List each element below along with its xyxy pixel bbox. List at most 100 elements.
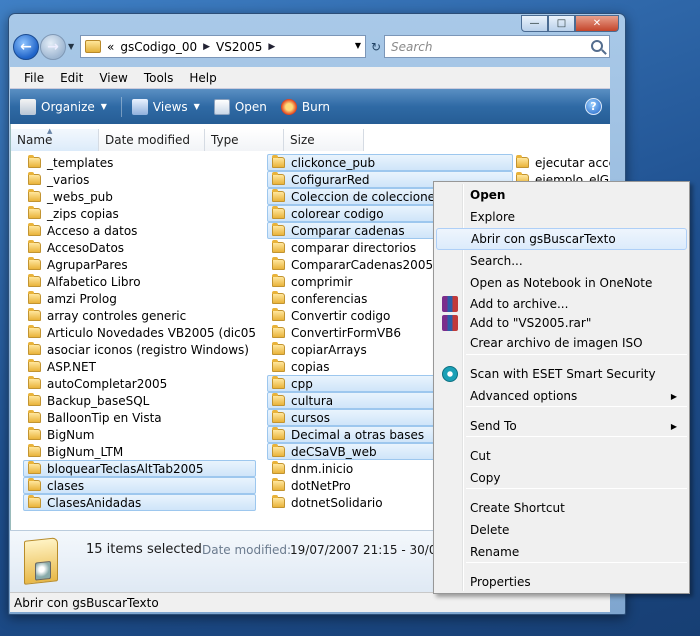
recent-pages-dropdown[interactable]: ▼ [68, 42, 74, 51]
column-header-size[interactable]: Size [284, 129, 364, 151]
context-menu-item-copy[interactable]: Copy [436, 467, 687, 489]
folder-item[interactable]: Acceso a datos [23, 222, 256, 239]
breadcrumb-vs2005[interactable]: VS2005 [216, 40, 262, 54]
folder-item[interactable]: _varios [23, 171, 256, 188]
context-menu-item-cut[interactable]: Cut [436, 445, 687, 467]
context-menu: Open Explore Abrir con gsBuscarTexto Search… [433, 181, 690, 594]
open-label: Open [234, 99, 267, 114]
organize-button[interactable]: Organize ▼ [20, 98, 107, 115]
folder-icon [28, 427, 41, 440]
folder-item[interactable]: Backup_baseSQL [23, 392, 256, 409]
folder-item[interactable]: BigNum [23, 426, 256, 443]
folder-item[interactable]: array controles generic [23, 307, 256, 324]
folder-item[interactable]: clases [23, 477, 256, 494]
date-modified-label: Date modified: [202, 543, 292, 557]
column-header-name[interactable]: ▲ Name [11, 127, 99, 151]
context-menu-label: Abrir con gsBuscarTexto [471, 232, 616, 246]
menu-file[interactable]: File [16, 71, 52, 85]
search-icon[interactable] [591, 40, 603, 52]
toolbar-divider [120, 96, 122, 117]
context-menu-item-rename[interactable]: Rename [436, 541, 687, 563]
folder-icon [28, 291, 41, 304]
burn-button[interactable]: Burn [280, 98, 330, 115]
status-text: Abrir con gsBuscarTexto [14, 595, 159, 610]
address-dropdown-icon[interactable]: ▼ [355, 41, 361, 50]
folder-icon [28, 444, 41, 457]
context-menu-separator [466, 436, 687, 437]
folder-item-label: asociar iconos (registro Windows) [47, 342, 249, 357]
folder-item-label: BigNum_LTM [47, 444, 124, 459]
folder-icon [272, 342, 285, 355]
context-menu-item-search[interactable]: Search... [436, 250, 687, 272]
folder-item[interactable]: amzi Prolog [23, 290, 256, 307]
folder-item[interactable]: clickonce_pub [267, 154, 513, 171]
folder-item[interactable]: AccesoDatos [23, 239, 256, 256]
breadcrumb-chevron-icon[interactable]: ▶ [268, 42, 275, 52]
context-menu-item-open-as-notebook-in-onenote[interactable]: Open as Notebook in OneNote [436, 272, 687, 294]
folder-icon [28, 240, 41, 253]
context-menu-item-advanced-options[interactable]: Advanced options ▶ [436, 385, 687, 407]
folder-item[interactable]: AgruparPares [23, 256, 256, 273]
context-menu-item-abrir-con-gsbuscartexto[interactable]: Abrir con gsBuscarTexto [436, 228, 687, 250]
column-header-date[interactable]: Date modified [99, 129, 205, 151]
breadcrumb-gscodigo[interactable]: gsCodigo_00 [120, 40, 197, 54]
back-button[interactable]: ← [13, 34, 39, 60]
folder-item-label: AccesoDatos [47, 240, 125, 255]
context-menu-item-add-to-vs2005-rar[interactable]: Add to "VS2005.rar" [436, 312, 687, 334]
address-field[interactable]: « gsCodigo_00 ▶ VS2005 ▶ ▼ [80, 35, 366, 58]
context-menu-label: Open [470, 188, 506, 202]
organize-icon [20, 98, 36, 115]
submenu-arrow-icon: ▶ [670, 421, 677, 431]
menu-view[interactable]: View [91, 71, 135, 85]
folder-icon [272, 410, 285, 423]
context-menu-item-open[interactable]: Open [436, 184, 687, 206]
folder-item[interactable]: Articulo Novedades VB2005 (dic05) [23, 324, 256, 341]
breadcrumb-chevron-icon[interactable]: ▶ [203, 42, 210, 52]
folder-item[interactable]: _webs_pub [23, 188, 256, 205]
folder-item[interactable]: _zips copias [23, 205, 256, 222]
folder-item[interactable]: Alfabetico Libro [23, 273, 256, 290]
open-button[interactable]: Open [213, 98, 267, 115]
folder-item-label: copias [291, 359, 330, 374]
maximize-button[interactable]: □ [548, 15, 575, 32]
views-button[interactable]: Views ▼ [131, 98, 200, 115]
close-button[interactable]: ✕ [575, 15, 619, 32]
folder-item-label: AgruparPares [47, 257, 128, 272]
context-menu-item-explore[interactable]: Explore [436, 206, 687, 228]
folder-icon [272, 206, 285, 219]
folder-icon [28, 155, 41, 168]
context-menu-label: Create Shortcut [470, 501, 565, 515]
refresh-button[interactable]: ↻ [368, 35, 384, 58]
column-header-type[interactable]: Type [205, 129, 284, 151]
help-button[interactable]: ? [585, 98, 602, 115]
folder-item[interactable]: asociar iconos (registro Windows) [23, 341, 256, 358]
context-menu-item-delete[interactable]: Delete [436, 519, 687, 541]
context-menu-item-properties[interactable]: Properties [436, 571, 687, 593]
folder-item-label: conferencias [291, 291, 368, 306]
context-menu-item-scan-with-eset-smart-security[interactable]: Scan with ESET Smart Security [436, 363, 687, 385]
folder-item[interactable]: BalloonTip en Vista [23, 409, 256, 426]
folder-item[interactable]: ClasesAnidadas [23, 494, 256, 511]
folder-item[interactable]: ejecutar acceso directo [511, 154, 610, 171]
menu-help[interactable]: Help [181, 71, 224, 85]
context-menu-item-create-shortcut[interactable]: Create Shortcut [436, 497, 687, 519]
menu-edit[interactable]: Edit [52, 71, 91, 85]
minimize-button[interactable]: — [521, 15, 548, 32]
column-header-label: Name [17, 133, 53, 147]
menu-tools[interactable]: Tools [136, 71, 182, 85]
folder-icon [272, 155, 285, 168]
folder-item[interactable]: _templates [23, 154, 256, 171]
folder-item[interactable]: autoCompletar2005 [23, 375, 256, 392]
forward-button[interactable]: → [40, 34, 66, 60]
breadcrumb-overflow[interactable]: « [107, 40, 114, 54]
address-bar-area: ← → ▼ « gsCodigo_00 ▶ VS2005 ▶ ▼ ↻ Searc… [10, 33, 610, 61]
context-menu-separator [466, 488, 687, 489]
folder-icon [28, 189, 41, 202]
context-menu-item-crear-archivo-de-imagen-iso[interactable]: Crear archivo de imagen ISO [436, 332, 687, 354]
search-input[interactable]: Search [384, 35, 610, 58]
folder-item[interactable]: bloquearTeclasAltTab2005 [23, 460, 256, 477]
folder-icon [272, 478, 285, 491]
context-menu-item-send-to[interactable]: Send To ▶ [436, 415, 687, 437]
folder-item[interactable]: ASP.NET [23, 358, 256, 375]
folder-item[interactable]: BigNum_LTM [23, 443, 256, 460]
